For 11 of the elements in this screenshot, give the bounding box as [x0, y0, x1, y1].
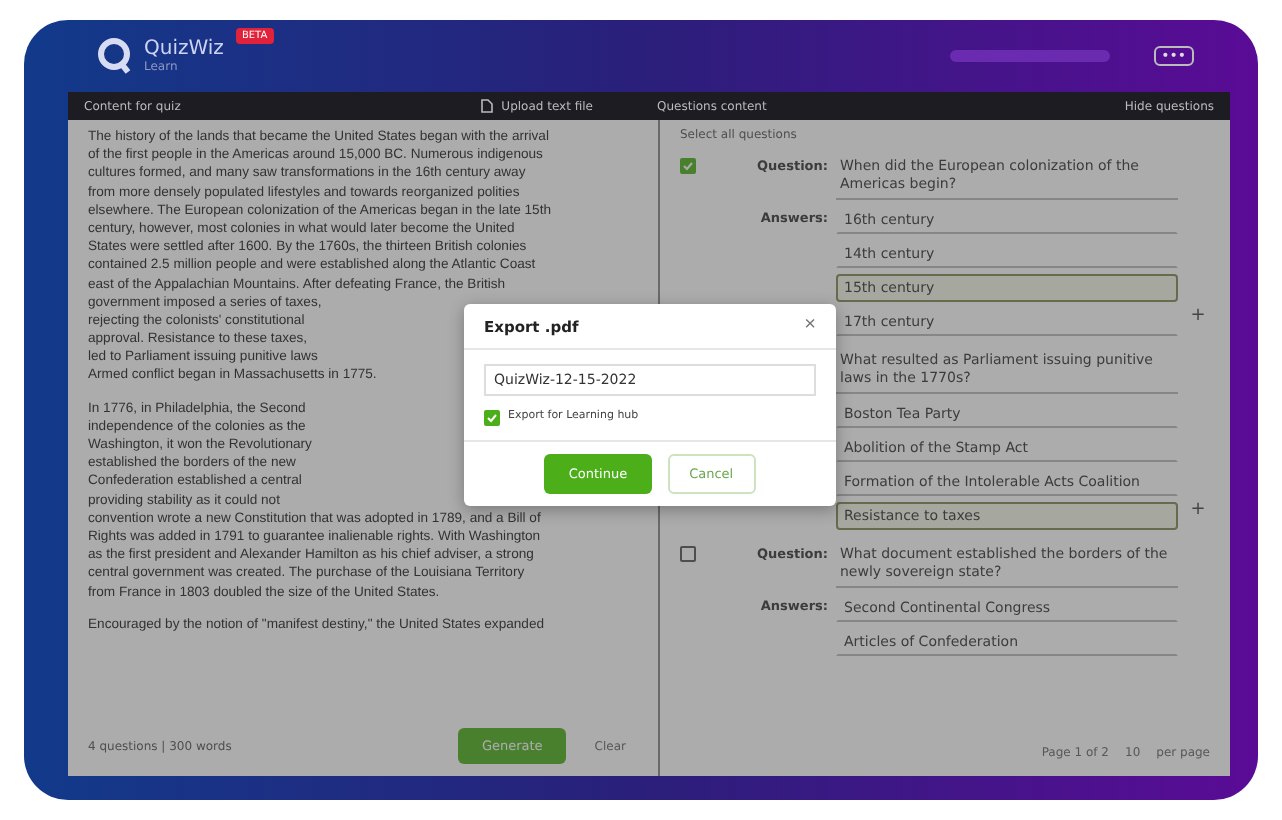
question-checkbox[interactable] [680, 546, 696, 562]
add-answer-button[interactable]: + [1186, 308, 1210, 326]
question-checkbox[interactable] [680, 158, 696, 174]
file-icon [479, 98, 494, 114]
add-answer-button[interactable]: + [1186, 502, 1210, 520]
check-icon [486, 412, 498, 424]
logo-text: QuizWiz [144, 38, 224, 60]
logo-icon [96, 36, 132, 76]
export-checkbox[interactable] [484, 410, 500, 426]
check-icon [682, 160, 694, 172]
close-button[interactable]: × [804, 316, 816, 336]
